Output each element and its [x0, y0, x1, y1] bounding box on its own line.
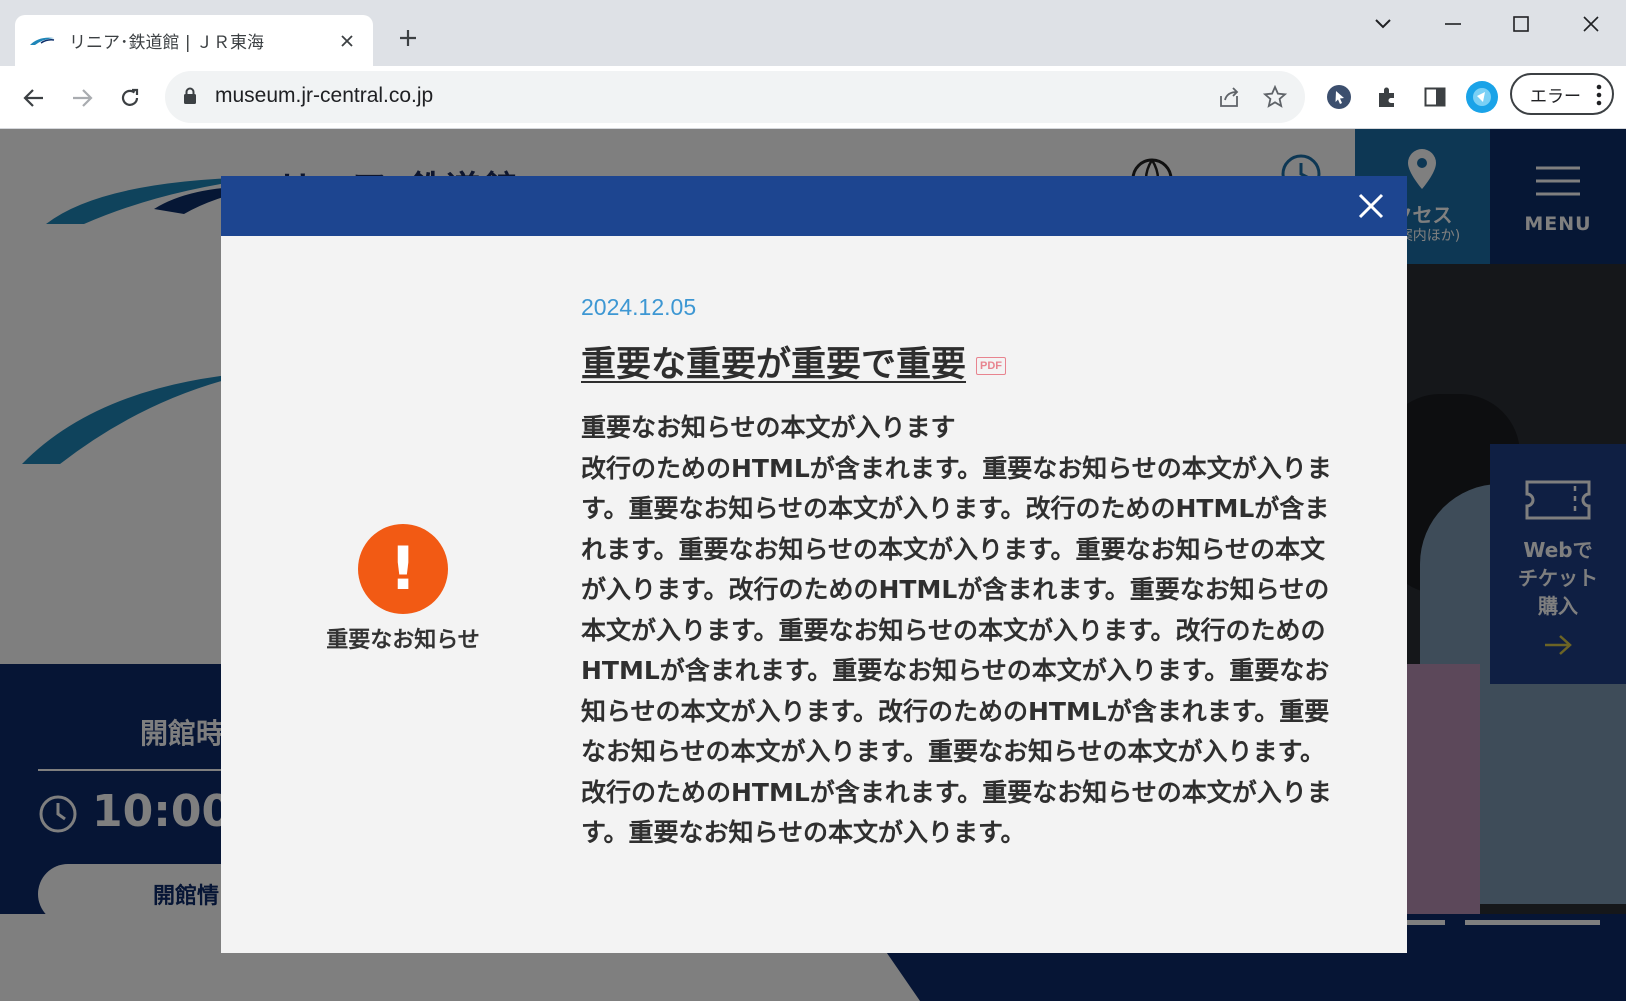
reload-icon[interactable] — [112, 80, 148, 116]
chrome-menu-icon[interactable] — [1596, 84, 1602, 106]
alert-exclamation-icon: ! — [358, 524, 448, 614]
side-panel-icon[interactable] — [1418, 80, 1452, 114]
extensions-puzzle-icon[interactable] — [1370, 80, 1404, 114]
tab-close-icon[interactable] — [335, 29, 359, 53]
new-tab-icon[interactable] — [392, 22, 424, 54]
browser-toolbar: museum.jr-central.co.jp エラー — [0, 66, 1626, 129]
profile-error-button[interactable]: エラー — [1510, 73, 1614, 115]
extension-cursor-icon[interactable] — [1322, 80, 1356, 114]
lock-icon — [184, 87, 196, 104]
back-icon[interactable] — [16, 80, 52, 116]
notice-body: 重要なお知らせの本文が入ります 改行のためのHTMLが含まれます。重要なお知らせ… — [581, 408, 1341, 854]
important-notice-modal: ! 重要なお知らせ 2024.12.05 重要な重要が重要で重要 PDF 重要な… — [221, 176, 1407, 953]
window-close-icon[interactable] — [1568, 6, 1614, 42]
share-icon[interactable] — [1215, 83, 1243, 111]
modal-close-icon[interactable] — [1353, 188, 1389, 224]
profile-avatar-icon[interactable] — [1465, 80, 1499, 114]
notice-body-text: 重要なお知らせの本文が入ります 改行のためのHTMLが含まれます。重要なお知らせ… — [581, 413, 1332, 847]
tab-strip: リニア･鉄道館 | ＪＲ東海 — [0, 0, 1626, 66]
forward-icon[interactable] — [64, 80, 100, 116]
notice-date: 2024.12.05 — [581, 294, 697, 320]
profile-error-label: エラー — [1530, 86, 1581, 107]
notice-title-link[interactable]: 重要な重要が重要で重要 — [581, 336, 966, 387]
bookmark-star-icon[interactable] — [1261, 83, 1289, 111]
tab-title: リニア･鉄道館 | ＪＲ東海 — [69, 33, 265, 53]
minimize-icon[interactable] — [1430, 6, 1476, 42]
alert-label: 重要なお知らせ — [326, 628, 480, 653]
site-favicon-icon — [30, 37, 55, 45]
address-bar[interactable]: museum.jr-central.co.jp — [165, 71, 1305, 123]
modal-header — [221, 176, 1407, 236]
pdf-icon: PDF — [976, 356, 1007, 375]
browser-tab[interactable]: リニア･鉄道館 | ＪＲ東海 — [15, 15, 373, 66]
url-text[interactable]: museum.jr-central.co.jp — [215, 84, 433, 108]
tab-search-chevron-icon[interactable] — [1360, 6, 1406, 42]
notice-title-row: 重要な重要が重要で重要 PDF — [581, 336, 1007, 387]
maximize-icon[interactable] — [1498, 6, 1544, 42]
